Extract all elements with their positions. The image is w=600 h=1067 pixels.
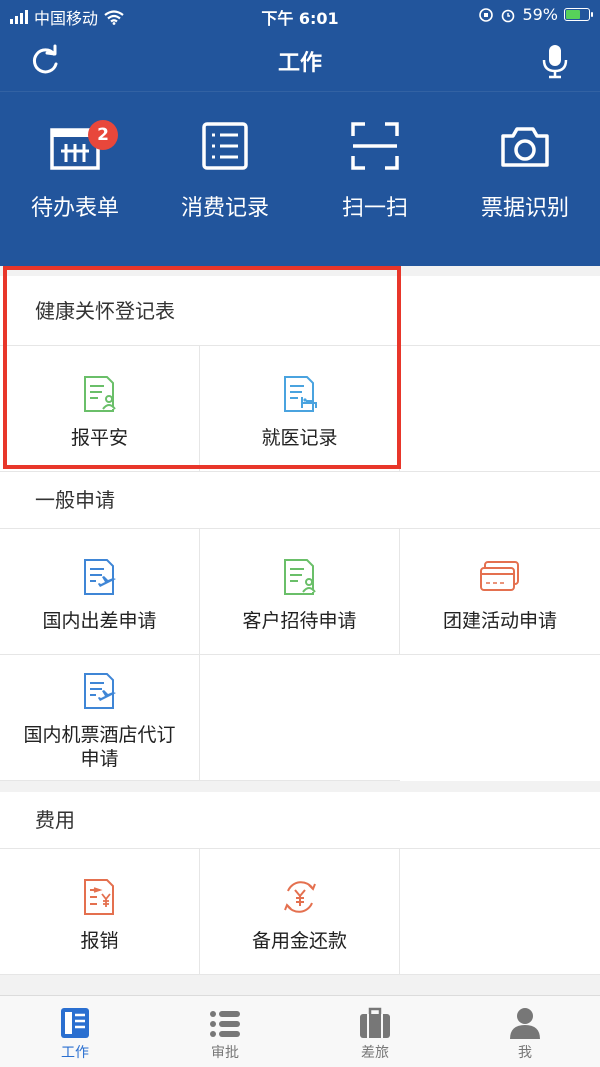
grid-empty-cell <box>400 849 600 975</box>
tab-label: 差旅 <box>361 1045 389 1061</box>
person-icon <box>510 1008 540 1039</box>
section-grid: 国内出差申请 客户招待申请 团建活动申请 国内机票酒店代订申请 <box>0 529 600 781</box>
section-title: 健康关怀登记表 <box>0 276 600 346</box>
tab-travel[interactable]: 差旅 <box>300 996 450 1067</box>
todo-badge: 2 <box>88 120 118 150</box>
quick-actions: 2 待办表单 消费记录 扫一扫 票据识别 <box>0 120 600 240</box>
list-icon <box>202 122 248 170</box>
microphone-icon[interactable] <box>536 42 574 80</box>
grid-item-client-reception[interactable]: 客户招待申请 <box>200 529 400 655</box>
page-title: 工作 <box>277 51 322 76</box>
quick-action-consumption[interactable]: 消费记录 <box>150 120 300 240</box>
scan-icon <box>351 122 399 170</box>
card-icon <box>480 561 519 591</box>
nav-bar: 工作 <box>0 30 600 92</box>
tab-label: 工作 <box>61 1045 89 1061</box>
work-icon <box>61 1008 89 1038</box>
tab-bar: 工作 审批 差旅 我 <box>0 995 600 1067</box>
grid-item-label: 国内出差申请 <box>42 610 157 632</box>
grid-item-label: 团建活动申请 <box>442 610 557 632</box>
grid-item-label: 备用金还款 <box>251 930 347 952</box>
grid-item-label: 国内机票酒店代订申请 <box>23 724 176 770</box>
status-bar: 中国移动 下午 6:01 59% <box>0 0 600 30</box>
luggage-icon <box>360 1007 390 1038</box>
section-health: 健康关怀登记表 报平安 就医记录 <box>0 276 600 472</box>
quick-action-label: 待办表单 <box>30 196 119 221</box>
yen-cycle-icon <box>283 881 316 913</box>
document-plane-icon <box>83 673 116 709</box>
grid-item-label: 报平安 <box>70 427 128 449</box>
alarm-icon <box>502 9 515 22</box>
quick-action-label: 扫一扫 <box>341 196 408 221</box>
grid-item-team-building[interactable]: 团建活动申请 <box>400 529 600 655</box>
document-person-icon <box>83 376 116 412</box>
orientation-lock-icon <box>479 7 494 22</box>
grid-item-flight-hotel-booking[interactable]: 国内机票酒店代订申请 <box>0 655 200 781</box>
grid-item-reimbursement[interactable]: 报销 <box>0 849 200 975</box>
quick-action-label: 消费记录 <box>180 196 269 221</box>
tab-approval[interactable]: 审批 <box>150 996 300 1067</box>
section-general-application: 一般申请 国内出差申请 客户招待申请 团建活动申请 国内机票酒店代订申请 <box>0 472 600 781</box>
grid-item-medical-record[interactable]: 就医记录 <box>200 346 400 472</box>
tab-label: 审批 <box>211 1045 239 1061</box>
grid-empty-cell <box>200 655 400 781</box>
list-icon <box>210 1011 240 1037</box>
tab-work[interactable]: 工作 <box>0 996 150 1067</box>
quick-action-scan[interactable]: 扫一扫 <box>300 120 450 240</box>
battery-percent: 59% <box>522 5 558 24</box>
grid-item-label: 客户招待申请 <box>242 610 357 632</box>
status-right: 59% <box>478 5 593 24</box>
grid-item-petty-cash-repayment[interactable]: 备用金还款 <box>200 849 400 975</box>
grid-item-label: 报销 <box>80 930 119 952</box>
document-plane-icon <box>83 559 116 595</box>
grid-item-report-safe[interactable]: 报平安 <box>0 346 200 472</box>
quick-action-label: 票据识别 <box>480 196 569 221</box>
tab-label: 我 <box>518 1045 532 1061</box>
document-bed-icon <box>283 376 317 412</box>
grid-item-domestic-trip[interactable]: 国内出差申请 <box>0 529 200 655</box>
camera-icon <box>501 127 549 167</box>
grid-item-label: 就医记录 <box>261 427 338 449</box>
section-grid: 报销 备用金还款 <box>0 849 600 975</box>
section-title: 一般申请 <box>0 472 600 529</box>
quick-action-todo[interactable]: 2 待办表单 <box>0 120 150 240</box>
document-person-icon <box>283 559 316 595</box>
section-expense: 费用 报销 备用金还款 <box>0 792 600 975</box>
tab-me[interactable]: 我 <box>450 996 600 1067</box>
battery-icon <box>564 8 593 21</box>
section-title: 费用 <box>0 792 600 849</box>
grid-empty-cell <box>400 346 600 472</box>
section-grid: 报平安 就医记录 <box>0 346 600 472</box>
document-yen-icon <box>83 879 114 915</box>
quick-action-receipt[interactable]: 票据识别 <box>450 120 600 240</box>
header: 中国移动 下午 6:01 59% 工作 2 待办表单 消费记录 扫一扫 票据识别 <box>0 0 600 266</box>
